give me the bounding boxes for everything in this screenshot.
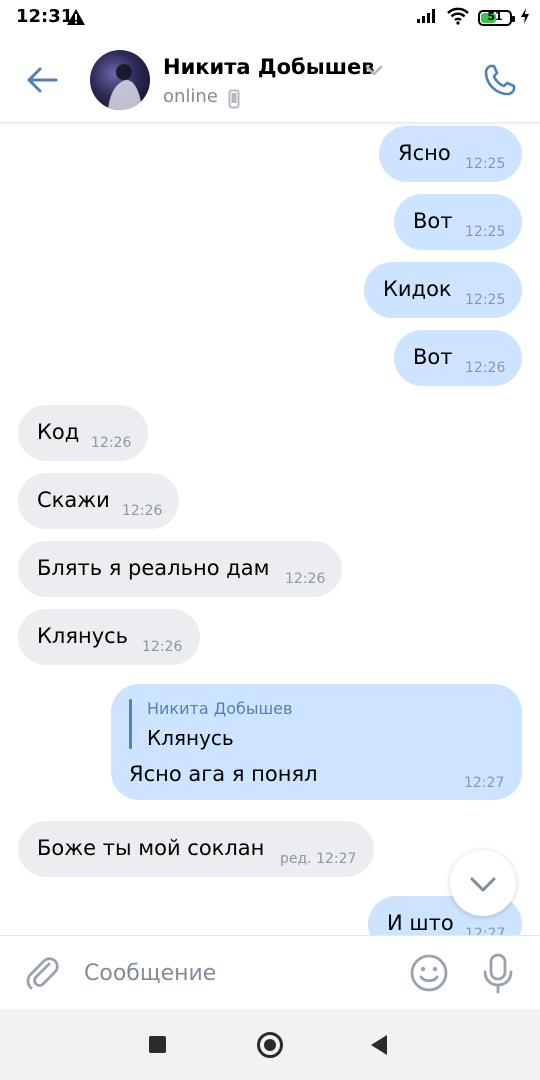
message-text: И што — [387, 911, 454, 935]
message-time: 12:26 — [91, 435, 132, 451]
message-time: 12:25 — [465, 156, 506, 172]
reply-author[interactable]: Никита Добышев — [147, 699, 292, 718]
message-time: 12:26 — [465, 360, 506, 376]
battery-icon: 51 — [478, 10, 515, 26]
back-button[interactable] — [22, 60, 62, 100]
system-back-button[interactable] — [371, 1035, 387, 1055]
mobile-device-icon — [228, 89, 240, 113]
signal-icon — [416, 8, 438, 28]
chevron-down-icon[interactable] — [365, 62, 383, 81]
message-text: Код — [37, 420, 80, 444]
message-text: Боже ты мой соклан — [37, 836, 265, 860]
home-button[interactable] — [257, 1032, 283, 1058]
message-text: Вот — [413, 209, 453, 233]
status-icons: 51 — [416, 7, 530, 29]
wifi-icon — [446, 7, 470, 29]
message-incoming[interactable]: Боже ты мой соклан ред. 12:27 — [18, 821, 374, 877]
charging-icon — [520, 8, 530, 28]
chevron-down-icon — [470, 877, 496, 892]
message-outgoing[interactable]: Ясно 12:25 — [379, 126, 522, 182]
status-bar: 12:31 51 — [0, 0, 540, 36]
status-time: 12:31 — [16, 6, 74, 27]
message-incoming[interactable]: Код 12:26 — [18, 405, 148, 461]
message-text: Вот — [413, 345, 453, 369]
message-incoming[interactable]: Скажи 12:26 — [18, 473, 179, 529]
message-outgoing[interactable]: Вот 12:25 — [394, 194, 522, 250]
message-outgoing[interactable]: Вот 12:26 — [394, 330, 522, 386]
emoji-button[interactable] — [408, 952, 450, 994]
microphone-icon — [483, 953, 513, 994]
message-time: 12:27 — [464, 775, 505, 791]
message-time: 12:25 — [465, 224, 506, 240]
message-time: 12:27 — [465, 926, 506, 935]
message-incoming[interactable]: Клянусь 12:26 — [18, 609, 200, 665]
message-list[interactable]: Ясно 12:25 Вот 12:25 Кидок 12:25 Вот 12:… — [0, 123, 540, 935]
message-time: 12:26 — [285, 571, 326, 587]
voice-message-button[interactable] — [478, 952, 518, 994]
recent-apps-button[interactable] — [149, 1036, 166, 1053]
attach-button[interactable] — [22, 952, 62, 992]
message-input[interactable] — [84, 950, 384, 996]
call-button[interactable] — [480, 60, 520, 100]
message-text: Ясно ага я понял — [129, 762, 318, 786]
contact-name[interactable]: Никита Добышев — [163, 55, 375, 79]
warning-icon — [66, 8, 86, 30]
scroll-to-bottom-button[interactable] — [450, 850, 516, 916]
message-text: Кидок — [383, 277, 452, 301]
message-outgoing-reply[interactable]: Никита Добышев Клянусь Ясно ага я понял … — [111, 684, 522, 800]
contact-status: online — [163, 86, 218, 107]
phone-icon — [484, 64, 516, 96]
message-composer — [0, 935, 540, 1010]
system-navigation-bar — [0, 1009, 540, 1080]
avatar[interactable] — [90, 50, 150, 110]
reply-quote-bar — [129, 699, 132, 749]
message-time: 12:25 — [465, 292, 506, 308]
paperclip-icon — [26, 957, 59, 990]
message-text: Клянусь — [37, 624, 129, 648]
message-text: Блять я реально дам — [37, 556, 270, 580]
message-time: 12:26 — [122, 503, 163, 519]
message-outgoing[interactable]: Кидок 12:25 — [364, 262, 522, 318]
message-text: Скажи — [37, 488, 110, 512]
message-time-edited: ред. 12:27 — [280, 851, 357, 867]
arrow-left-icon — [27, 67, 58, 93]
message-time: 12:26 — [142, 639, 183, 655]
message-text: Ясно — [398, 141, 451, 165]
message-incoming[interactable]: Блять я реально дам 12:26 — [18, 541, 342, 597]
chat-header: Никита Добышев online — [0, 36, 540, 123]
battery-level: 51 — [487, 10, 503, 23]
smiley-icon — [410, 954, 448, 992]
reply-text[interactable]: Клянусь — [147, 726, 234, 750]
